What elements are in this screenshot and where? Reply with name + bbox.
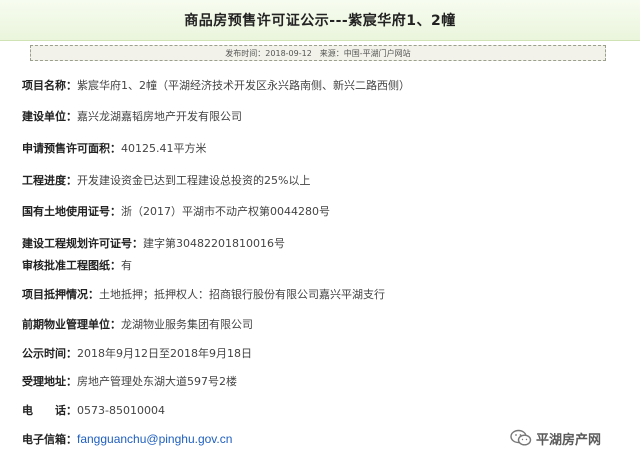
field-property-mgmt: 前期物业管理单位： 龙湖物业服务集团有限公司 (22, 314, 253, 334)
field-project-name: 项目名称： 紫宸华府1、2幢（平湖经济技术开发区永兴路南侧、新兴二路西侧） (22, 75, 410, 95)
field-label: 电 话： (22, 404, 77, 417)
field-area: 申请预售许可面积： 40125.41平方米 (22, 138, 207, 158)
field-label: 建设工程规划许可证号： (22, 237, 143, 250)
field-value: 房地产管理处东湖大道597号2楼 (77, 375, 237, 388)
field-land-cert: 国有土地使用证号： 浙（2017）平湖市不动产权第0044280号 (22, 201, 330, 221)
watermark-text: 平湖房产网 (536, 432, 602, 448)
field-label: 审核批准工程图纸： (22, 259, 121, 272)
source: 来源：中国-平湖门户网站 (320, 48, 411, 59)
field-value: 40125.41平方米 (121, 142, 207, 155)
field-mortgage: 项目抵押情况： 土地抵押；抵押权人：招商银行股份有限公司嘉兴平湖支行 (22, 284, 385, 304)
field-value: 建字第30482201810016号 (143, 237, 285, 250)
field-label: 前期物业管理单位： (22, 318, 121, 331)
field-developer: 建设单位： 嘉兴龙湖嘉韬房地产开发有限公司 (22, 106, 242, 126)
field-phone: 电 话： 0573-85010004 (22, 400, 165, 420)
field-label: 工程进度： (22, 174, 77, 187)
field-progress: 工程进度： 开发建设资金已达到工程建设总投资的25%以上 (22, 170, 310, 190)
publish-label: 发布时间： (225, 48, 266, 58)
field-label: 国有土地使用证号： (22, 205, 121, 218)
field-notice-period: 公示时间： 2018年9月12日至2018年9月18日 (22, 343, 252, 363)
email-link[interactable]: fangguanchu@pinghu.gov.cn (77, 432, 232, 446)
field-label: 项目名称： (22, 79, 77, 92)
source-value: 中国-平湖门户网站 (343, 48, 411, 58)
field-value: 龙湖物业服务集团有限公司 (121, 318, 253, 331)
field-label: 建设单位： (22, 110, 77, 123)
field-label: 公示时间： (22, 347, 77, 360)
page-header: 商品房预售许可证公示---紫宸华府1、2幢 (0, 0, 640, 41)
publish-date: 2018-09-12 (265, 48, 312, 58)
field-email: 电子信箱： fangguanchu@pinghu.gov.cn (22, 429, 232, 449)
wechat-icon (510, 429, 532, 446)
field-value: 2018年9月12日至2018年9月18日 (77, 347, 252, 360)
field-label: 电子信箱： (22, 433, 77, 446)
field-value: 浙（2017）平湖市不动产权第0044280号 (121, 205, 330, 218)
field-value: 紫宸华府1、2幢（平湖经济技术开发区永兴路南侧、新兴二路西侧） (77, 79, 410, 92)
publish-time: 发布时间：2018-09-12 (225, 48, 312, 59)
field-value: 土地抵押；抵押权人：招商银行股份有限公司嘉兴平湖支行 (99, 288, 385, 301)
field-planning-permit: 建设工程规划许可证号： 建字第30482201810016号 (22, 233, 285, 253)
field-label: 受理地址： (22, 375, 77, 388)
page-title: 商品房预售许可证公示---紫宸华府1、2幢 (184, 13, 456, 29)
field-value: 嘉兴龙湖嘉韬房地产开发有限公司 (77, 110, 242, 123)
field-label: 项目抵押情况： (22, 288, 99, 301)
field-value: 有 (121, 259, 132, 272)
watermark: 平湖房产网 (510, 426, 634, 450)
source-label: 来源： (319, 48, 344, 58)
field-drawings: 审核批准工程图纸：有 (22, 255, 132, 275)
field-address: 受理地址： 房地产管理处东湖大道597号2楼 (22, 371, 237, 391)
publish-meta: 发布时间：2018-09-12 来源：中国-平湖门户网站 (30, 45, 606, 61)
field-value: 开发建设资金已达到工程建设总投资的25%以上 (77, 174, 311, 187)
field-label: 申请预售许可面积： (22, 142, 121, 155)
field-value: 0573-85010004 (77, 403, 165, 417)
